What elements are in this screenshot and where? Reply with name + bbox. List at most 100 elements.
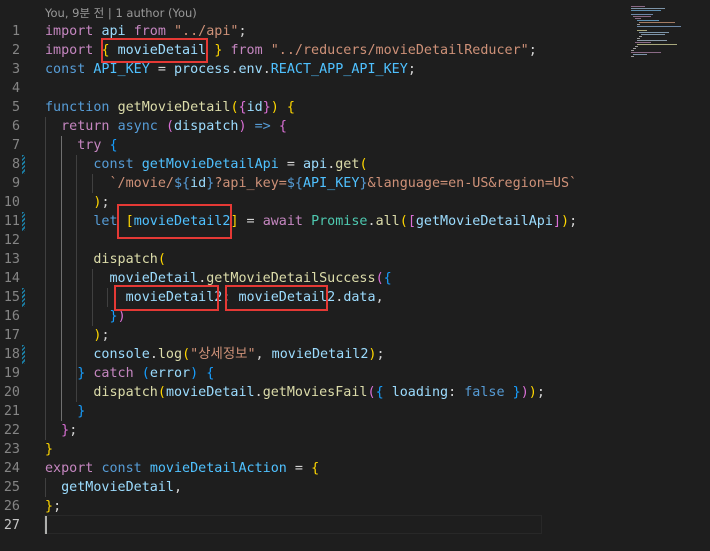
git-modified-marker[interactable] <box>22 345 25 364</box>
minimap-line <box>637 20 659 21</box>
code-line[interactable]: 24 export const movieDetailAction = { <box>0 459 626 478</box>
line-number[interactable]: 6 <box>0 117 20 136</box>
code-token: try <box>77 138 102 153</box>
code-line[interactable]: 20 dispatch(movieDetail.getMoviesFail({ … <box>0 383 626 402</box>
code-text[interactable]: } catch (error) { <box>45 364 214 383</box>
code-text[interactable]: }; <box>45 421 77 440</box>
line-number[interactable]: 18 <box>0 345 20 364</box>
code-token: api <box>303 157 328 172</box>
code-line[interactable]: 6 return async (dispatch) => { <box>0 117 626 136</box>
code-text[interactable]: export const movieDetailAction = { <box>45 459 319 478</box>
codelens-author[interactable]: You, 9분 전 | 1 author (You) <box>45 5 197 21</box>
line-number[interactable]: 3 <box>0 60 20 79</box>
line-number[interactable]: 22 <box>0 421 20 440</box>
editor[interactable]: You, 9분 전 | 1 author (You) 1 import api f… <box>0 0 626 551</box>
git-modified-marker[interactable] <box>22 288 25 307</box>
code-token: getMovieDetail <box>61 480 174 495</box>
code-text[interactable]: return async (dispatch) => { <box>45 117 287 136</box>
minimap-line <box>635 46 638 47</box>
line-number[interactable]: 12 <box>0 231 20 250</box>
line-number[interactable]: 27 <box>0 516 20 535</box>
minimap-line <box>631 50 634 51</box>
code-token: &language=en-US&region=US` <box>367 176 578 191</box>
code-text[interactable]: getMovieDetail, <box>45 478 182 497</box>
line-number[interactable]: 9 <box>0 174 20 193</box>
code-line[interactable]: 11 let [movieDetail2] = await Promise.al… <box>0 212 626 231</box>
line-number[interactable]: 23 <box>0 440 20 459</box>
line-number[interactable]: 8 <box>0 155 20 174</box>
code-line[interactable]: 22 }; <box>0 421 626 440</box>
code-text[interactable]: dispatch( <box>45 250 166 269</box>
line-number[interactable]: 15 <box>0 288 20 307</box>
code-text[interactable]: dispatch(movieDetail.getMoviesFail({ loa… <box>45 383 545 402</box>
vertical-scrollbar[interactable] <box>696 0 710 551</box>
code-token: get <box>335 157 360 172</box>
code-line[interactable]: 2 import { movieDetail } from "../reducer… <box>0 41 626 60</box>
line-number[interactable]: 17 <box>0 326 20 345</box>
line-number[interactable]: 2 <box>0 41 20 60</box>
code-line[interactable]: 18 console.log("상세정보", movieDetail2); <box>0 345 626 364</box>
line-number[interactable]: 4 <box>0 79 20 98</box>
line-number[interactable]: 11 <box>0 212 20 231</box>
code-text[interactable]: ); <box>45 193 109 212</box>
git-modified-marker[interactable] <box>22 212 25 231</box>
code-text[interactable]: const getMovieDetailApi = api.get( <box>45 155 367 174</box>
code-text[interactable]: } <box>45 440 53 459</box>
code-line[interactable]: 10 ); <box>0 193 626 212</box>
code-line[interactable]: 1 import api from "../api"; <box>0 22 626 41</box>
code-token: process <box>174 62 231 77</box>
code-line[interactable]: 25 getMovieDetail, <box>0 478 626 497</box>
line-number[interactable]: 7 <box>0 136 20 155</box>
code-line[interactable]: 12 <box>0 231 626 250</box>
code-text[interactable]: } <box>45 402 85 421</box>
code-token: ${ <box>174 176 191 191</box>
code-token: = <box>286 461 312 476</box>
code-text[interactable]: function getMovieDetail({id}) { <box>45 98 295 117</box>
line-number[interactable]: 24 <box>0 459 20 478</box>
code-text[interactable]: `/movie/${id}?api_key=${API_KEY}&languag… <box>45 174 578 193</box>
code-token: log <box>157 347 183 362</box>
code-line[interactable]: 4 <box>0 79 626 98</box>
line-number[interactable]: 25 <box>0 478 20 497</box>
code-text[interactable]: try { <box>45 136 117 155</box>
line-number[interactable]: 14 <box>0 269 20 288</box>
code-line[interactable]: 21 } <box>0 402 626 421</box>
code-line[interactable]: 23} <box>0 440 626 459</box>
code-line[interactable]: 26}; <box>0 497 626 516</box>
code-token: movieDetailAction <box>149 461 287 476</box>
line-number[interactable]: 21 <box>0 402 20 421</box>
code-line[interactable]: 9 `/movie/${id}?api_key=${API_KEY}&langu… <box>0 174 626 193</box>
code-line[interactable]: 13 dispatch( <box>0 250 626 269</box>
line-number[interactable]: 20 <box>0 383 20 402</box>
code-text[interactable]: ); <box>45 326 109 345</box>
code-text[interactable]: }; <box>45 497 61 516</box>
minimap-line <box>633 48 636 49</box>
code-line[interactable]: 3 const API_KEY = process.env.REACT_APP_A… <box>0 60 626 79</box>
line-number[interactable]: 10 <box>0 193 20 212</box>
code-token: REACT_APP_API_KEY <box>270 62 408 77</box>
line-number[interactable]: 5 <box>0 98 20 117</box>
code-line[interactable]: 7 try { <box>0 136 626 155</box>
code-line[interactable]: 17 ); <box>0 326 626 345</box>
code-line[interactable]: 8 const getMovieDetailApi = api.get( <box>0 155 626 174</box>
code-token: all <box>375 214 400 229</box>
line-number[interactable]: 13 <box>0 250 20 269</box>
code-text[interactable]: console.log("상세정보", movieDetail2); <box>45 345 384 364</box>
line-number[interactable]: 16 <box>0 307 20 326</box>
code-token: api <box>101 24 126 39</box>
code-token: ( <box>367 385 376 400</box>
code-line[interactable]: 19 } catch (error) { <box>0 364 626 383</box>
code-line[interactable]: 5 function getMovieDetail({id}) { <box>0 98 626 117</box>
minimap[interactable] <box>626 0 710 551</box>
git-modified-marker[interactable] <box>22 155 25 174</box>
line-number[interactable]: 19 <box>0 364 20 383</box>
code-token: } <box>77 404 86 419</box>
text-cursor <box>45 516 47 534</box>
line-number[interactable]: 1 <box>0 22 20 41</box>
line-number[interactable]: 26 <box>0 497 20 516</box>
